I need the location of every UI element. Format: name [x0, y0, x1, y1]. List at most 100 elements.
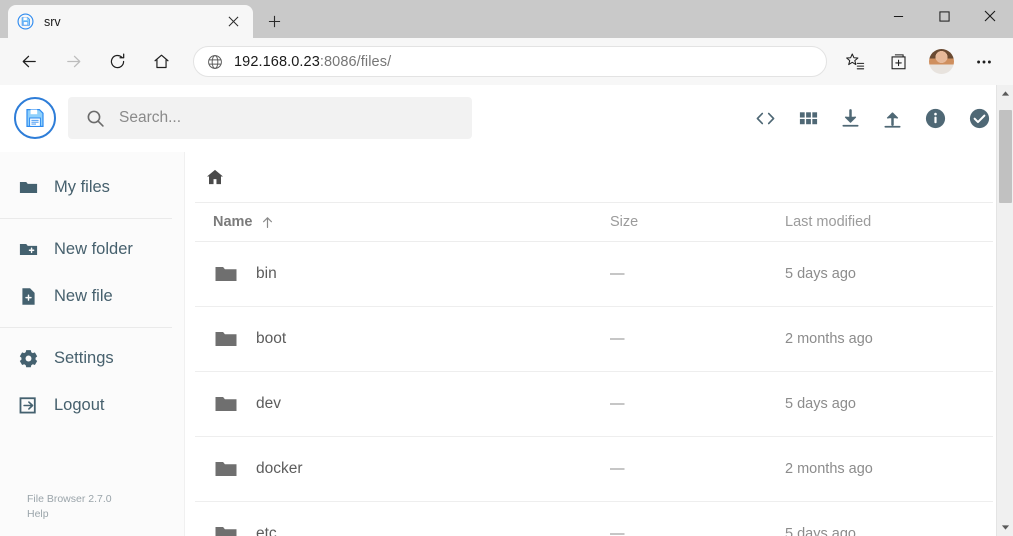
- more-options-icon[interactable]: [967, 45, 1001, 79]
- scroll-down-icon[interactable]: [997, 519, 1013, 536]
- column-header-size[interactable]: Size: [610, 214, 785, 230]
- app-body: My files New folder New file Settings Lo…: [0, 152, 1013, 536]
- browser-navbar: 192.168.0.23:8086/files/: [0, 38, 1013, 85]
- back-arrow-icon[interactable]: [12, 45, 46, 79]
- floppy-disk-icon: [17, 13, 34, 30]
- folder-icon: [213, 456, 239, 482]
- browser-tab[interactable]: srv: [8, 5, 253, 38]
- favorites-icon[interactable]: [838, 45, 872, 79]
- file-modified: 5 days ago: [785, 266, 856, 282]
- close-tab-icon[interactable]: [222, 11, 244, 33]
- home-icon[interactable]: [205, 167, 225, 187]
- sidebar-group-files: My files: [0, 160, 184, 215]
- sidebar-item-new-file[interactable]: New file: [0, 273, 184, 320]
- address-bar[interactable]: 192.168.0.23:8086/files/: [193, 46, 827, 77]
- file-name: etc: [256, 525, 277, 536]
- globe-icon: [207, 54, 223, 70]
- table-row[interactable]: docker — 2 months ago: [195, 437, 993, 502]
- logout-icon: [16, 395, 40, 416]
- info-circle-icon[interactable]: [924, 107, 947, 130]
- scroll-up-icon[interactable]: [997, 85, 1013, 102]
- scrollbar-track[interactable]: [997, 102, 1013, 519]
- app-version: File Browser 2.7.0: [27, 493, 112, 505]
- file-name: bin: [256, 265, 277, 282]
- column-header-name[interactable]: Name: [205, 214, 610, 230]
- home-icon[interactable]: [144, 45, 178, 79]
- folder-icon: [16, 177, 40, 198]
- table-row[interactable]: dev — 5 days ago: [195, 372, 993, 437]
- sidebar-item-my-files[interactable]: My files: [0, 164, 184, 211]
- sidebar: My files New folder New file Settings Lo…: [0, 152, 185, 536]
- sidebar-item-label: Logout: [54, 396, 105, 414]
- reload-icon[interactable]: [100, 45, 134, 79]
- file-name-cell: docker: [205, 456, 610, 482]
- sidebar-item-logout[interactable]: Logout: [0, 382, 184, 429]
- folder-icon: [213, 326, 239, 352]
- sidebar-group-create: New folder New file: [0, 222, 184, 324]
- table-row[interactable]: bin — 5 days ago: [195, 242, 993, 307]
- app-actions: [754, 107, 991, 130]
- breadcrumb: [195, 152, 993, 202]
- tab-strip: srv: [0, 0, 290, 38]
- sidebar-divider: [0, 218, 172, 219]
- tab-title: srv: [44, 14, 61, 29]
- search-placeholder: Search...: [119, 109, 182, 126]
- download-icon[interactable]: [840, 108, 861, 129]
- page-scrollbar[interactable]: [996, 85, 1013, 536]
- check-circle-icon[interactable]: [968, 107, 991, 130]
- file-plus-icon: [16, 286, 40, 307]
- help-link[interactable]: Help: [27, 507, 184, 522]
- table-row[interactable]: boot — 2 months ago: [195, 307, 993, 372]
- browser-window: srv 192.168.0.23:8086/files/ Search... M…: [0, 0, 1013, 536]
- table-row[interactable]: etc — 5 days ago: [195, 502, 993, 536]
- sidebar-item-settings[interactable]: Settings: [0, 335, 184, 382]
- column-header-name-label: Name: [213, 214, 253, 230]
- sidebar-item-label: New folder: [54, 240, 133, 258]
- file-modified: 2 months ago: [785, 461, 873, 477]
- browser-toolbar-right: [833, 45, 1006, 79]
- file-size: —: [610, 396, 625, 412]
- file-listing: Name Size Last modified bin — 5 days ago…: [185, 152, 1013, 536]
- file-size: —: [610, 266, 625, 282]
- sidebar-item-new-folder[interactable]: New folder: [0, 226, 184, 273]
- gear-icon: [16, 348, 40, 369]
- file-size: —: [610, 331, 625, 347]
- upload-icon[interactable]: [882, 108, 903, 129]
- file-rows: bin — 5 days ago boot — 2 months ago dev…: [195, 242, 993, 536]
- maximize-button[interactable]: [921, 0, 967, 32]
- new-tab-button[interactable]: [258, 5, 290, 37]
- search-icon: [86, 109, 105, 128]
- code-brackets-icon[interactable]: [754, 107, 777, 130]
- file-name-cell: boot: [205, 326, 610, 352]
- file-name: boot: [256, 330, 287, 347]
- close-window-button[interactable]: [967, 0, 1013, 32]
- sidebar-footer: File Browser 2.7.0 Help: [0, 492, 184, 536]
- file-modified: 2 months ago: [785, 331, 873, 347]
- app-header: Search...: [0, 85, 1013, 152]
- file-name-cell: etc: [205, 521, 610, 536]
- sidebar-item-label: My files: [54, 178, 110, 196]
- minimize-button[interactable]: [875, 0, 921, 32]
- file-size: —: [610, 526, 625, 536]
- floppy-disk-logo[interactable]: [14, 97, 56, 139]
- scrollbar-thumb[interactable]: [998, 110, 1012, 203]
- column-header-modified[interactable]: Last modified: [785, 214, 983, 230]
- url-path: :8086/files/: [319, 53, 392, 70]
- folder-plus-icon: [16, 239, 40, 260]
- folder-icon: [213, 391, 239, 417]
- window-controls: [875, 0, 1013, 32]
- forward-arrow-icon: [56, 45, 90, 79]
- grid-view-icon[interactable]: [798, 108, 819, 129]
- folder-icon: [213, 521, 239, 536]
- file-browser-app: Search... My files New folder New file S…: [0, 85, 1013, 536]
- file-name-cell: dev: [205, 391, 610, 417]
- collections-icon[interactable]: [882, 45, 916, 79]
- sidebar-group-account: Settings Logout: [0, 331, 184, 433]
- file-name-cell: bin: [205, 261, 610, 287]
- file-size: —: [610, 461, 625, 477]
- folder-icon: [213, 261, 239, 287]
- sidebar-item-label: Settings: [54, 349, 114, 367]
- search-input[interactable]: Search...: [68, 97, 472, 139]
- profile-avatar[interactable]: [929, 49, 954, 74]
- file-name: docker: [256, 460, 303, 477]
